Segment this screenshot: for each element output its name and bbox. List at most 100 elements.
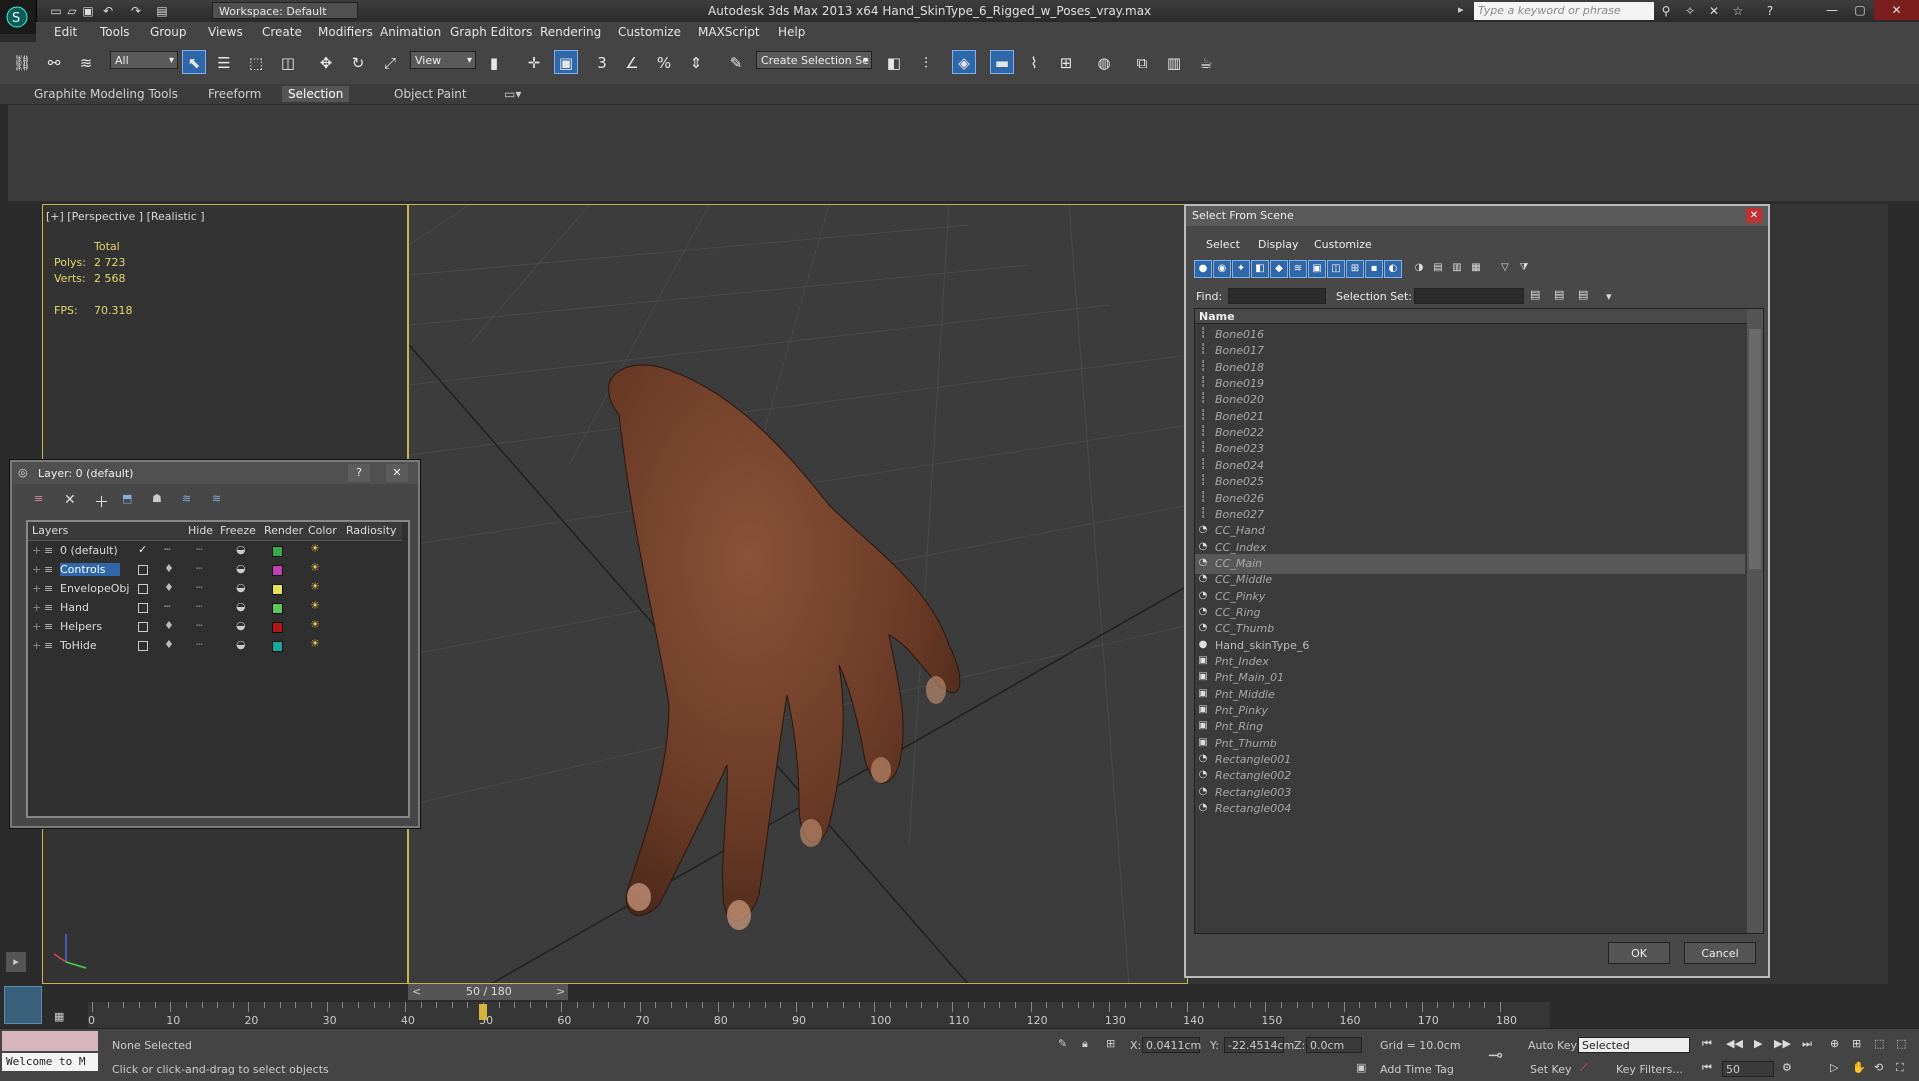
add-time-tag-button[interactable]: Add Time Tag — [1380, 1063, 1454, 1076]
curve-editor-icon[interactable]: ⌇ — [1022, 50, 1046, 74]
hide-toggle-icon[interactable]: ┄ — [164, 600, 171, 613]
layer-row[interactable]: + ≡ Controls ♦ ┄ ◒ ☀ — [28, 561, 402, 579]
object-name[interactable]: Bone017 — [1215, 344, 1264, 357]
menu-animation[interactable]: Animation — [380, 25, 441, 39]
close-button[interactable]: ✕ — [1874, 0, 1919, 20]
viewport-expand-icon[interactable]: ▸ — [6, 952, 26, 972]
search-arrow-icon[interactable]: ▸ — [1458, 3, 1464, 16]
menu-edit[interactable]: Edit — [54, 25, 77, 39]
object-name[interactable]: CC_Hand — [1215, 524, 1265, 537]
named-selection-dropdown[interactable]: Create Selection Se — [756, 51, 872, 70]
maximize-button[interactable]: ▢ — [1846, 0, 1874, 20]
layer-name[interactable]: 0 (default) — [60, 544, 118, 557]
object-name[interactable]: CC_Main — [1215, 557, 1262, 570]
object-name[interactable]: Bone025 — [1215, 475, 1264, 488]
object-name[interactable]: Bone023 — [1215, 442, 1264, 455]
play-icon[interactable]: ▶ — [1754, 1037, 1762, 1050]
unlink-selection-icon[interactable]: ⚯ — [42, 50, 66, 74]
z-coordinate-field[interactable]: 0.0cm — [1306, 1037, 1362, 1053]
manipulate-icon[interactable]: ✛ — [522, 50, 546, 74]
current-layer-checkbox[interactable] — [138, 584, 148, 594]
list-scrollbar[interactable] — [1747, 309, 1763, 933]
filter-display-all-icon[interactable]: ▤ — [1430, 260, 1446, 276]
hide-toggle-icon[interactable]: ♦ — [164, 619, 174, 632]
filter-lights-icon[interactable]: ✦ — [1232, 260, 1250, 278]
filter-shapes-icon[interactable]: ◉ — [1213, 260, 1231, 278]
object-name[interactable]: Rectangle004 — [1215, 802, 1291, 815]
object-name[interactable]: Hand_skinType_6 — [1215, 639, 1309, 652]
menu-graph-editors[interactable]: Graph Editors — [450, 25, 532, 39]
filter-display-none-icon[interactable]: ▥ — [1449, 260, 1465, 276]
binoculars-icon[interactable]: ⚲ — [1658, 3, 1674, 19]
object-name[interactable]: CC_Ring — [1215, 606, 1261, 619]
layer-color-swatch[interactable] — [272, 641, 283, 652]
zoom-extents-all-icon[interactable]: ⬚ — [1896, 1037, 1906, 1050]
object-name[interactable]: Bone018 — [1215, 361, 1264, 374]
menu-group[interactable]: Group — [150, 25, 187, 39]
name-column-header[interactable]: Name — [1199, 310, 1235, 323]
go-to-end-icon[interactable]: ⏭ — [1802, 1037, 1812, 1051]
auto-key-button[interactable]: Auto Key — [1528, 1039, 1577, 1052]
menu-views[interactable]: Views — [208, 25, 243, 39]
select-by-name-icon[interactable]: ☰ — [212, 50, 236, 74]
current-layer-checkbox[interactable] — [138, 565, 148, 575]
zoom-icon[interactable]: ⊕ — [1830, 1037, 1839, 1050]
layer-explorer-icon[interactable]: ◈ — [952, 50, 976, 74]
menu-help[interactable]: Help — [778, 25, 805, 39]
select-and-move-icon[interactable]: ✥ — [314, 50, 338, 74]
render-toggle-icon[interactable]: ◒ — [236, 562, 246, 575]
layer-name[interactable]: Controls — [60, 563, 120, 576]
current-layer-checkbox[interactable] — [138, 641, 148, 651]
object-name[interactable]: Bone020 — [1215, 393, 1264, 406]
maxscript-input[interactable]: Welcome to M — [2, 1053, 98, 1071]
filter-filter-icon[interactable]: ▽ — [1497, 260, 1513, 276]
mirror-icon[interactable]: ◧ — [882, 50, 906, 74]
object-name[interactable]: Rectangle001 — [1215, 753, 1291, 766]
layer-color-swatch[interactable] — [272, 565, 283, 576]
window-crossing-icon[interactable]: ◫ — [276, 50, 300, 74]
current-layer-checkbox[interactable] — [138, 622, 148, 632]
hand-model[interactable] — [608, 364, 961, 930]
selection-set-options-icon[interactable]: ▾ — [1606, 290, 1612, 303]
selection-lock-icon[interactable]: 🔒︎ — [1082, 1037, 1088, 1051]
time-slider[interactable]: < 50 / 180 > — [408, 984, 568, 1000]
current-layer-checkbox[interactable] — [138, 603, 148, 613]
isolate-selection-icon[interactable]: ✎ — [1058, 1037, 1067, 1050]
menu-select[interactable]: Select — [1206, 238, 1240, 251]
radiosity-icon[interactable]: ☀ — [310, 637, 320, 650]
object-name[interactable]: Pnt_Ring — [1215, 720, 1263, 733]
hide-toggle-icon[interactable]: ♦ — [164, 581, 174, 594]
track-bar-icon[interactable]: ▦ — [54, 1010, 64, 1023]
radiosity-icon[interactable]: ☀ — [310, 618, 320, 631]
y-coordinate-field[interactable]: -22.4514cm — [1224, 1037, 1294, 1053]
layer-name[interactable]: ToHide — [60, 639, 97, 652]
layer-color-swatch[interactable] — [272, 584, 283, 595]
save-icon[interactable]: ▣ — [80, 3, 96, 19]
ribbon-options-icon[interactable]: ▭▾ — [498, 86, 527, 102]
bind-to-space-warp-icon[interactable]: ≋ — [74, 50, 98, 74]
object-name[interactable]: Pnt_Main_01 — [1215, 671, 1284, 684]
filter-cameras-icon[interactable]: ◧ — [1251, 260, 1269, 278]
zoom-all-icon[interactable]: ⊞ — [1852, 1037, 1861, 1050]
object-name[interactable]: Bone019 — [1215, 377, 1264, 390]
object-name[interactable]: Bone016 — [1215, 328, 1264, 341]
col-layers[interactable]: Layers — [32, 524, 68, 537]
layer-row[interactable]: + ≡ 0 (default) ✓ ┄ ┄ ◒ ☀ — [28, 542, 402, 560]
layer-row[interactable]: + ≡ ToHide ♦ ┄ ◒ ☀ — [28, 637, 402, 655]
object-row[interactable]: ◔ Rectangle004 — [1195, 799, 1745, 819]
subscription-icon[interactable]: ✧ — [1682, 3, 1698, 19]
radiosity-icon[interactable]: ☀ — [310, 561, 320, 574]
menu-display[interactable]: Display — [1258, 238, 1299, 251]
pivot-center-icon[interactable]: ▮ — [482, 50, 506, 74]
layer-color-swatch[interactable] — [272, 546, 283, 557]
select-in-layer-icon[interactable]: ⬒ — [122, 492, 132, 505]
freeze-toggle-icon[interactable]: ┄ — [196, 543, 203, 556]
zoom-extents-icon[interactable]: ⬚ — [1874, 1037, 1884, 1050]
rendered-frame-window-icon[interactable]: ▥ — [1162, 50, 1186, 74]
layer-row[interactable]: + ≡ EnvelopeObj ♦ ┄ ◒ ☀ — [28, 580, 402, 598]
col-color[interactable]: Color — [308, 524, 337, 537]
time-tag-icon[interactable]: ▣ — [1356, 1061, 1366, 1074]
favorites-star-icon[interactable]: ☆ — [1730, 3, 1746, 19]
track-bar[interactable]: 0 10 20 30 40 50 60 70 80 90 100 110 120 130 140 150 160… — [88, 1002, 1550, 1028]
render-toggle-icon[interactable]: ◒ — [236, 638, 246, 651]
